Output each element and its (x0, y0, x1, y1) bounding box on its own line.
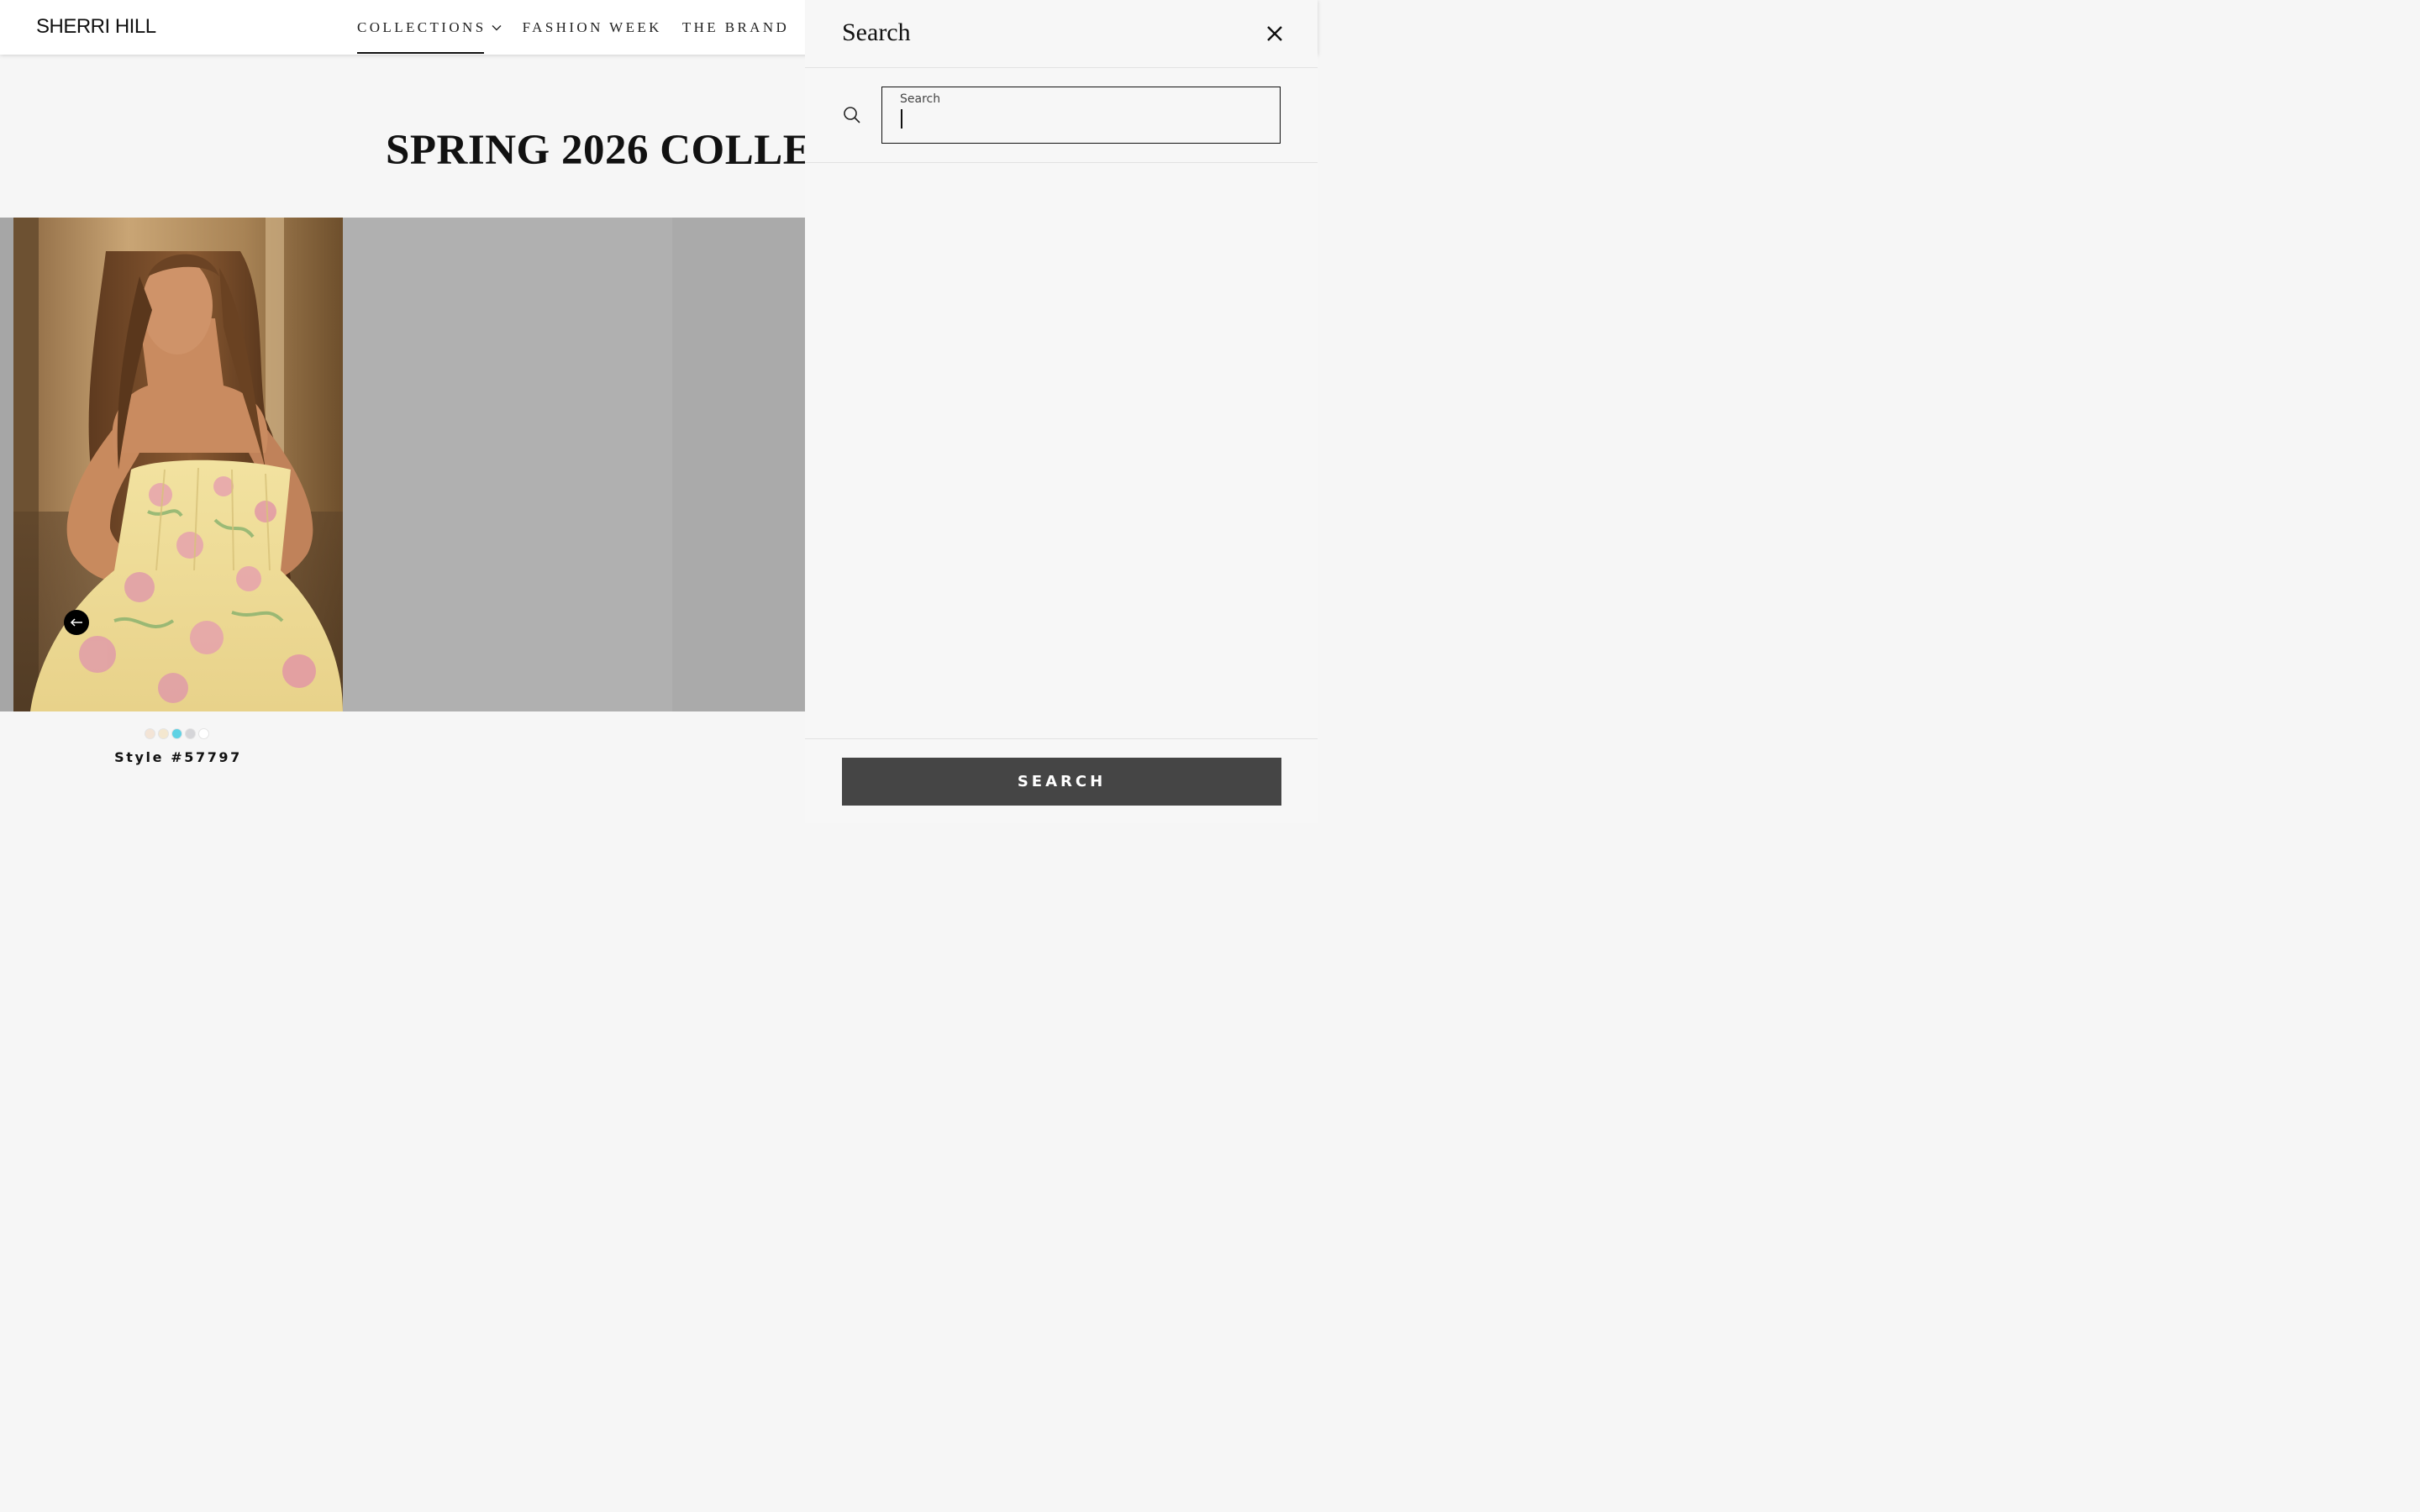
nav-item-the-brand[interactable]: THE BRAND (682, 0, 789, 55)
nav-item-fashion-week[interactable]: FASHION WEEK (523, 0, 662, 55)
nav-item-label: FASHION WEEK (522, 18, 662, 35)
search-field[interactable]: Search (881, 87, 1281, 144)
carousel-prev-button[interactable] (64, 610, 89, 635)
color-swatch[interactable] (185, 728, 196, 739)
search-form-row: Search (805, 68, 1318, 163)
product-image[interactable] (13, 218, 343, 711)
search-submit-button[interactable]: SEARCH (842, 758, 1281, 806)
nav-item-label: COLLECTIONS (357, 18, 487, 35)
arrow-left-icon (70, 618, 82, 627)
product-photo-illustration (13, 218, 343, 711)
color-swatch[interactable] (145, 728, 155, 739)
search-drawer-header: Search (805, 0, 1318, 68)
product-image-placeholder[interactable] (343, 218, 672, 711)
color-swatch[interactable] (198, 728, 209, 739)
product-image-placeholder[interactable] (672, 218, 805, 711)
nav-item-collections[interactable]: COLLECTIONS (357, 0, 502, 55)
product-carousel (0, 218, 805, 711)
search-drawer: Search Search SEARCH (805, 0, 1318, 823)
color-swatches (145, 728, 209, 739)
color-swatch[interactable] (158, 728, 169, 739)
search-input[interactable] (899, 108, 1260, 138)
main-nav: COLLECTIONS FASHION WEEK THE BRAND (357, 0, 809, 55)
chevron-down-icon (492, 24, 502, 30)
close-icon[interactable] (1264, 23, 1286, 45)
search-drawer-title: Search (842, 18, 911, 46)
search-field-label: Search (900, 92, 941, 106)
color-swatch[interactable] (171, 728, 182, 739)
nav-item-label: THE BRAND (681, 18, 790, 35)
page-title: SPRING 2026 COLLEC (386, 127, 844, 174)
product-style-label[interactable]: Style #57797 (0, 749, 356, 765)
search-icon (844, 107, 860, 123)
brand-logo[interactable]: SHERRI HILL (36, 15, 156, 39)
search-drawer-footer: SEARCH (805, 738, 1318, 823)
carousel-edge-tile (0, 218, 13, 711)
text-caret (901, 109, 902, 129)
